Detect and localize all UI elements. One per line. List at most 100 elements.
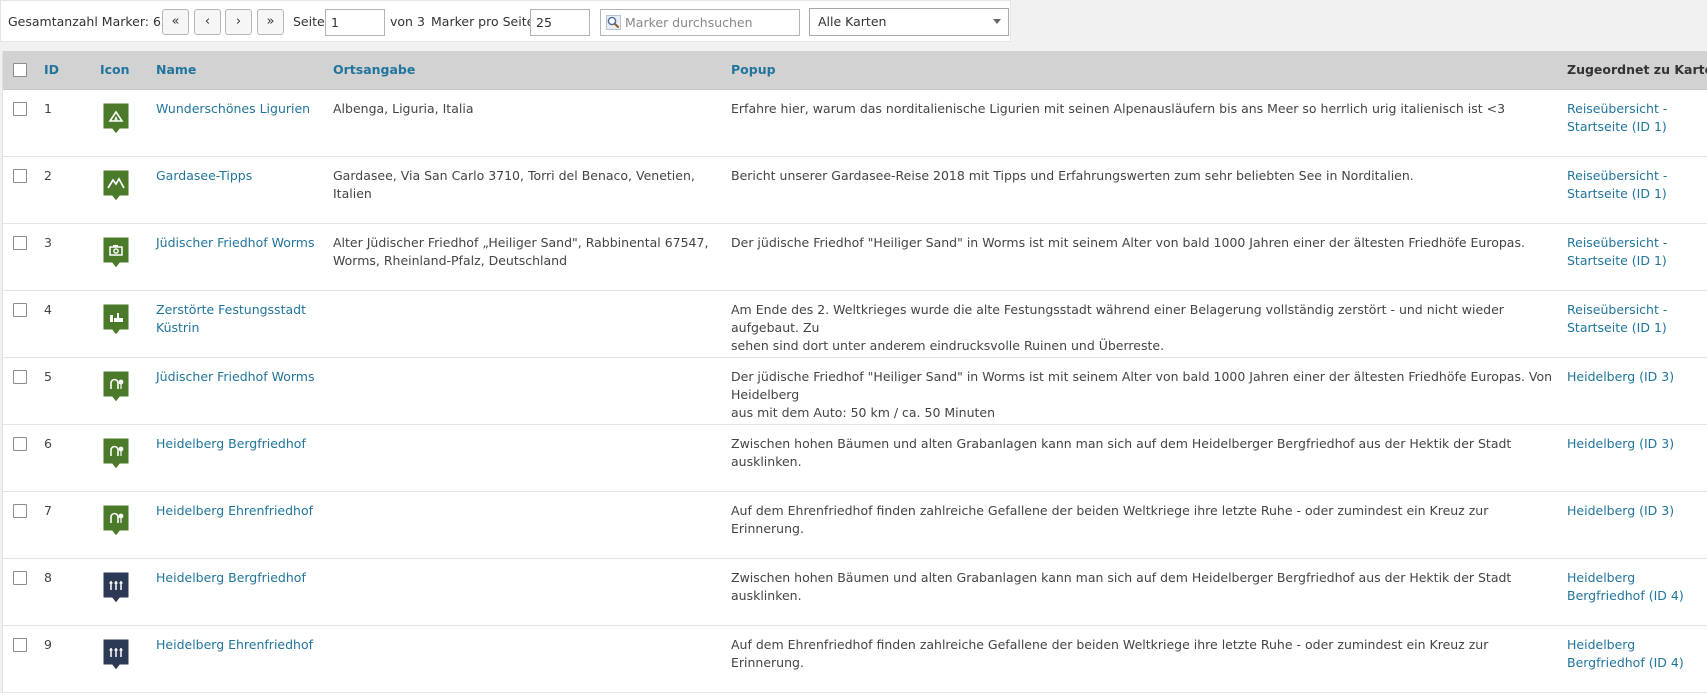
assigned-map-link[interactable]: Startseite (ID 1)	[1567, 186, 1667, 201]
table-row: 1 Wunderschönes Ligurien Albenga, Liguria…	[3, 90, 1707, 157]
marker-address: Albenga, Liguria, Italia	[333, 101, 474, 116]
table-row: 3 Jüdischer Friedhof Worms Alter Jüdische…	[3, 224, 1707, 291]
photo-camera-icon	[102, 236, 130, 273]
marker-address: Worms, Rheinland-Pfalz, Deutschland	[333, 253, 568, 268]
popup-cell: Erfahre hier, warum das norditalienische…	[731, 100, 1561, 118]
prev-page-button[interactable]: ‹	[194, 9, 221, 35]
table-row: 2 Gardasee-Tipps Gardasee, Via San Carlo …	[3, 157, 1707, 224]
marker-name-link[interactable]: Jüdischer Friedhof Worms	[156, 235, 314, 250]
page-count-label: von 3	[390, 14, 425, 29]
assigned-map-link[interactable]: Heidelberg (ID 3)	[1567, 369, 1674, 384]
row-checkbox[interactable]	[13, 169, 27, 183]
marker-popup-text: Zwischen hohen Bäumen und alten Grabanla…	[731, 570, 1512, 603]
id-cell: 3	[44, 234, 52, 252]
marker-toolbar: Gesamtanzahl Marker: 62 « ‹ › » Seite vo…	[0, 0, 1011, 42]
marker-popup-text: Der jüdische Friedhof "Heiliger Sand" in…	[731, 235, 1525, 250]
assigned-map-link[interactable]: Heidelberg	[1567, 570, 1635, 585]
map-cell: Reiseübersicht - Startseite (ID 1)	[1567, 301, 1697, 337]
ruins-icon	[102, 303, 130, 340]
row-checkbox[interactable]	[13, 102, 27, 116]
marker-name-link[interactable]: Gardasee-Tipps	[156, 168, 252, 183]
popup-cell: Auf dem Ehrenfriedhof finden zahlreiche …	[731, 636, 1561, 672]
row-checkbox[interactable]	[13, 638, 27, 652]
marker-name-link[interactable]: Heidelberg Bergfriedhof	[156, 436, 306, 451]
row-checkbox[interactable]	[13, 571, 27, 585]
column-header-popup[interactable]: Popup	[731, 51, 776, 89]
assigned-map-link[interactable]: Reiseübersicht -	[1567, 101, 1667, 116]
assigned-map-link[interactable]: Bergfriedhof (ID 4)	[1567, 655, 1684, 670]
assigned-map-link[interactable]: Bergfriedhof (ID 4)	[1567, 588, 1684, 603]
marker-name-link[interactable]: Wunderschönes Ligurien	[156, 101, 310, 116]
marker-id: 7	[44, 503, 52, 518]
marker-id: 9	[44, 637, 52, 652]
marker-id: 6	[44, 436, 52, 451]
row-checkbox[interactable]	[13, 236, 27, 250]
assigned-map-link[interactable]: Startseite (ID 1)	[1567, 320, 1667, 335]
map-cell: Reiseübersicht - Startseite (ID 1)	[1567, 100, 1697, 136]
search-input[interactable]	[625, 12, 795, 32]
per-page-input[interactable]	[530, 9, 590, 36]
assigned-map-link[interactable]: Heidelberg (ID 3)	[1567, 436, 1674, 451]
row-checkbox[interactable]	[13, 504, 27, 518]
id-cell: 1	[44, 100, 52, 118]
assigned-map-link[interactable]: Heidelberg (ID 3)	[1567, 503, 1674, 518]
search-box[interactable]	[600, 9, 800, 36]
assigned-map-link[interactable]: Startseite (ID 1)	[1567, 119, 1667, 134]
last-page-button[interactable]: »	[257, 9, 284, 35]
address-cell: Albenga, Liguria, Italia	[333, 100, 723, 118]
map-cell: Heidelberg (ID 3)	[1567, 435, 1697, 453]
popup-cell: Bericht unserer Gardasee-Reise 2018 mit …	[731, 167, 1561, 185]
marker-id: 1	[44, 101, 52, 116]
name-cell: Wunderschönes Ligurien	[156, 100, 326, 118]
assigned-map-link[interactable]: Reiseübersicht -	[1567, 168, 1667, 183]
map-filter-value: Alle Karten	[818, 14, 887, 29]
first-page-button[interactable]: «	[162, 9, 189, 35]
marker-name-link[interactable]: Heidelberg Ehrenfriedhof	[156, 637, 313, 652]
column-header-address[interactable]: Ortsangabe	[333, 51, 415, 89]
assigned-map-link[interactable]: Startseite (ID 1)	[1567, 253, 1667, 268]
popup-cell: Zwischen hohen Bäumen und alten Grabanla…	[731, 569, 1561, 605]
next-page-button[interactable]: ›	[225, 9, 252, 35]
column-header-name[interactable]: Name	[156, 51, 196, 89]
id-cell: 2	[44, 167, 52, 185]
page-number-input[interactable]	[325, 9, 385, 36]
marker-name-link[interactable]: Heidelberg Ehrenfriedhof	[156, 503, 313, 518]
row-checkbox[interactable]	[13, 303, 27, 317]
name-cell: Jüdischer Friedhof Worms	[156, 368, 326, 386]
name-cell: Heidelberg Bergfriedhof	[156, 435, 326, 453]
table-row: 6 Heidelberg Bergfriedhof Zwischen hohen …	[3, 425, 1707, 492]
marker-id: 8	[44, 570, 52, 585]
marker-name-link[interactable]: Heidelberg Bergfriedhof	[156, 570, 306, 585]
row-checkbox[interactable]	[13, 370, 27, 384]
address-cell: Gardasee, Via San Carlo 3710, Torri del …	[333, 167, 723, 203]
name-cell: Heidelberg Ehrenfriedhof	[156, 502, 326, 520]
map-filter-select[interactable]: Alle Karten	[809, 8, 1009, 36]
assigned-map-link[interactable]: Heidelberg	[1567, 637, 1635, 652]
assigned-map-link[interactable]: Reiseübersicht -	[1567, 235, 1667, 250]
marker-address: Gardasee, Via San Carlo 3710, Torri del …	[333, 168, 695, 201]
select-all-checkbox[interactable]	[13, 63, 27, 77]
cemetery-icon	[102, 437, 130, 474]
marker-id: 3	[44, 235, 52, 250]
page-label: Seite	[293, 14, 325, 29]
map-cell: Reiseübersicht - Startseite (ID 1)	[1567, 234, 1697, 270]
search-icon	[606, 15, 621, 30]
popup-cell: Auf dem Ehrenfriedhof finden zahlreiche …	[731, 502, 1561, 538]
assigned-map-link[interactable]: Reiseübersicht -	[1567, 302, 1667, 317]
marker-address: Alter Jüdischer Friedhof „Heiliger Sand"…	[333, 235, 709, 250]
marker-name-link[interactable]: Jüdischer Friedhof Worms	[156, 369, 314, 384]
marker-name-link[interactable]: Küstrin	[156, 320, 199, 335]
table-row: 4 Zerstörte Festungsstadt Küstrin Am Ende …	[3, 291, 1707, 358]
column-header-assigned-map: Zugeordnet zu Karte	[1567, 62, 1707, 77]
id-cell: 9	[44, 636, 52, 654]
marker-name-link[interactable]: Zerstörte Festungsstadt	[156, 302, 306, 317]
column-header-icon[interactable]: Icon	[100, 51, 130, 89]
id-cell: 7	[44, 502, 52, 520]
id-cell: 5	[44, 368, 52, 386]
marker-id: 5	[44, 369, 52, 384]
column-header-id[interactable]: ID	[44, 51, 59, 89]
name-cell: Gardasee-Tipps	[156, 167, 326, 185]
row-checkbox[interactable]	[13, 437, 27, 451]
id-cell: 8	[44, 569, 52, 587]
marker-id: 2	[44, 168, 52, 183]
